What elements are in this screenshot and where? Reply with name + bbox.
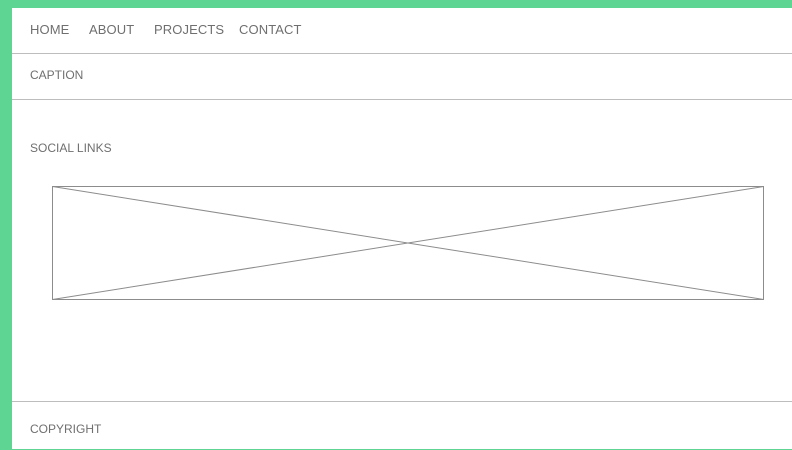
nav-item-about[interactable]: ABOUT bbox=[89, 22, 134, 37]
image-placeholder-icon bbox=[52, 186, 764, 300]
nav-item-home[interactable]: HOME bbox=[30, 22, 69, 37]
footer: COPYRIGHT bbox=[12, 401, 792, 450]
social-links-label: SOCIAL LINKS bbox=[30, 141, 112, 155]
wireframe-page: HOME ABOUT PROJECTS CONTACT CAPTION SOCI… bbox=[12, 8, 792, 449]
nav-item-contact[interactable]: CONTACT bbox=[239, 22, 302, 37]
copyright-text: COPYRIGHT bbox=[30, 422, 102, 436]
top-navigation: HOME ABOUT PROJECTS CONTACT bbox=[12, 8, 792, 54]
caption-text: CAPTION bbox=[30, 68, 84, 82]
caption-section: CAPTION bbox=[12, 54, 792, 100]
nav-item-projects[interactable]: PROJECTS bbox=[154, 22, 224, 37]
